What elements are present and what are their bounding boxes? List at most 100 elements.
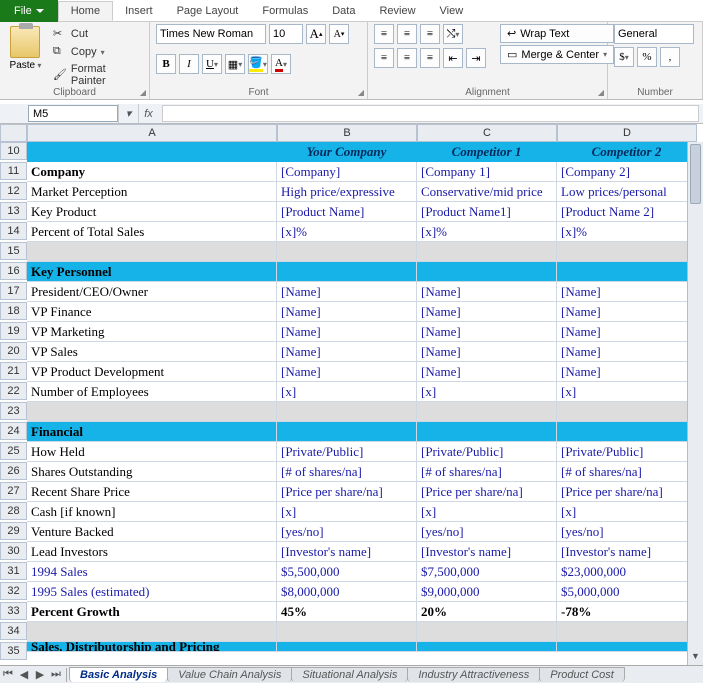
cell[interactable]: [Name] xyxy=(557,362,697,382)
cell[interactable]: VP Sales xyxy=(27,342,277,362)
cell[interactable]: VP Marketing xyxy=(27,322,277,342)
tab-nav-first[interactable]: ⏮ xyxy=(0,668,16,681)
select-all-corner[interactable] xyxy=(0,124,27,142)
cell[interactable]: $23,000,000 xyxy=(557,562,697,582)
cell[interactable] xyxy=(277,642,417,652)
clipboard-launcher[interactable]: ◢ xyxy=(140,88,146,97)
cell[interactable] xyxy=(277,402,417,422)
cell[interactable] xyxy=(557,242,697,262)
cell[interactable]: Cash [if known] xyxy=(27,502,277,522)
cell[interactable]: [Private/Public] xyxy=(277,442,417,462)
cell[interactable]: [Company 2] xyxy=(557,162,697,182)
cell[interactable] xyxy=(417,422,557,442)
cell[interactable]: $5,500,000 xyxy=(277,562,417,582)
row-header-32[interactable]: 32 xyxy=(0,582,27,600)
cell[interactable]: [x]% xyxy=(417,222,557,242)
cell[interactable]: Recent Share Price xyxy=(27,482,277,502)
orientation-button[interactable]: ⤭ xyxy=(443,24,463,44)
row-header-19[interactable]: 19 xyxy=(0,322,27,340)
row-header-18[interactable]: 18 xyxy=(0,302,27,320)
tab-nav-next[interactable]: ▶ xyxy=(32,668,48,681)
cell[interactable] xyxy=(277,242,417,262)
cell[interactable] xyxy=(557,642,697,652)
align-left-button[interactable]: ≡ xyxy=(374,48,394,68)
format-painter-button[interactable]: 🖌Format Painter xyxy=(51,62,143,88)
font-color-button[interactable]: A xyxy=(271,54,291,74)
cell[interactable]: VP Finance xyxy=(27,302,277,322)
tab-formulas[interactable]: Formulas xyxy=(250,2,320,20)
cell[interactable] xyxy=(417,622,557,642)
cell[interactable] xyxy=(27,142,277,162)
tab-home[interactable]: Home xyxy=(58,1,113,21)
cell[interactable]: Competitor 2 xyxy=(557,142,697,162)
sheet-tab-situational-analysis[interactable]: Situational Analysis xyxy=(291,667,408,682)
align-center-button[interactable]: ≡ xyxy=(397,48,417,68)
row-header-14[interactable]: 14 xyxy=(0,222,27,240)
tab-review[interactable]: Review xyxy=(367,2,427,20)
row-header-29[interactable]: 29 xyxy=(0,522,27,540)
align-bottom-button[interactable]: ≡ xyxy=(420,24,440,44)
sheet-tab-industry-attractiveness[interactable]: Industry Attractiveness xyxy=(407,667,540,682)
cell[interactable] xyxy=(277,422,417,442)
cell[interactable]: [x] xyxy=(277,502,417,522)
vertical-scrollbar[interactable]: ▲▼ xyxy=(687,142,703,665)
row-header-35[interactable]: 35 xyxy=(0,642,27,660)
grow-font-button[interactable]: A▴ xyxy=(306,24,326,44)
cell[interactable]: Market Perception xyxy=(27,182,277,202)
cell[interactable]: [Private/Public] xyxy=(557,442,697,462)
name-box[interactable] xyxy=(28,105,118,122)
cell[interactable]: [Private/Public] xyxy=(417,442,557,462)
cell[interactable]: [yes/no] xyxy=(557,522,697,542)
name-box-dropdown[interactable]: ▾ xyxy=(118,104,138,123)
cell[interactable]: [Price per share/na] xyxy=(277,482,417,502)
row-header-33[interactable]: 33 xyxy=(0,602,27,620)
cell[interactable] xyxy=(557,622,697,642)
cell[interactable] xyxy=(27,402,277,422)
cell[interactable]: [x] xyxy=(417,502,557,522)
cell[interactable]: [x]% xyxy=(557,222,697,242)
cell[interactable]: President/CEO/Owner xyxy=(27,282,277,302)
cell[interactable] xyxy=(557,402,697,422)
row-header-28[interactable]: 28 xyxy=(0,502,27,520)
file-tab[interactable]: File xyxy=(0,0,58,22)
row-header-13[interactable]: 13 xyxy=(0,202,27,220)
cell[interactable]: [x] xyxy=(417,382,557,402)
cell[interactable]: [Name] xyxy=(277,322,417,342)
cell[interactable]: [Company] xyxy=(277,162,417,182)
row-header-12[interactable]: 12 xyxy=(0,182,27,200)
spreadsheet-grid[interactable]: ABCD10Your CompanyCompetitor 1Competitor… xyxy=(0,124,703,660)
cell[interactable]: Venture Backed xyxy=(27,522,277,542)
fill-color-button[interactable]: 🪣 xyxy=(248,54,268,74)
underline-button[interactable]: U xyxy=(202,54,222,74)
number-format-select[interactable] xyxy=(614,24,694,44)
cell[interactable]: [yes/no] xyxy=(417,522,557,542)
cell[interactable] xyxy=(417,402,557,422)
font-family-select[interactable] xyxy=(156,24,266,44)
font-launcher[interactable]: ◢ xyxy=(358,88,364,97)
cell[interactable] xyxy=(277,262,417,282)
sheet-tab-product-cost[interactable]: Product Cost xyxy=(539,667,625,682)
cell[interactable]: [Name] xyxy=(557,282,697,302)
cell[interactable]: Company xyxy=(27,162,277,182)
cell[interactable]: [Name] xyxy=(277,362,417,382)
cell[interactable]: [Price per share/na] xyxy=(417,482,557,502)
cell[interactable]: Key Product xyxy=(27,202,277,222)
cell[interactable] xyxy=(417,642,557,652)
row-header-21[interactable]: 21 xyxy=(0,362,27,380)
row-header-20[interactable]: 20 xyxy=(0,342,27,360)
border-button[interactable]: ▦ xyxy=(225,54,245,74)
cell[interactable]: 45% xyxy=(277,602,417,622)
cell[interactable]: [x] xyxy=(557,502,697,522)
cell[interactable]: VP Product Development xyxy=(27,362,277,382)
cell[interactable]: [# of shares/na] xyxy=(277,462,417,482)
row-header-31[interactable]: 31 xyxy=(0,562,27,580)
accounting-format-button[interactable]: $ xyxy=(614,47,634,67)
cell[interactable]: 20% xyxy=(417,602,557,622)
cell[interactable]: How Held xyxy=(27,442,277,462)
cell[interactable]: Competitor 1 xyxy=(417,142,557,162)
row-header-24[interactable]: 24 xyxy=(0,422,27,440)
cell[interactable]: Key Personnel xyxy=(27,262,277,282)
wrap-text-button[interactable]: ↩Wrap Text xyxy=(500,24,614,43)
cell[interactable]: [Name] xyxy=(417,302,557,322)
cell[interactable]: [Investor's name] xyxy=(417,542,557,562)
